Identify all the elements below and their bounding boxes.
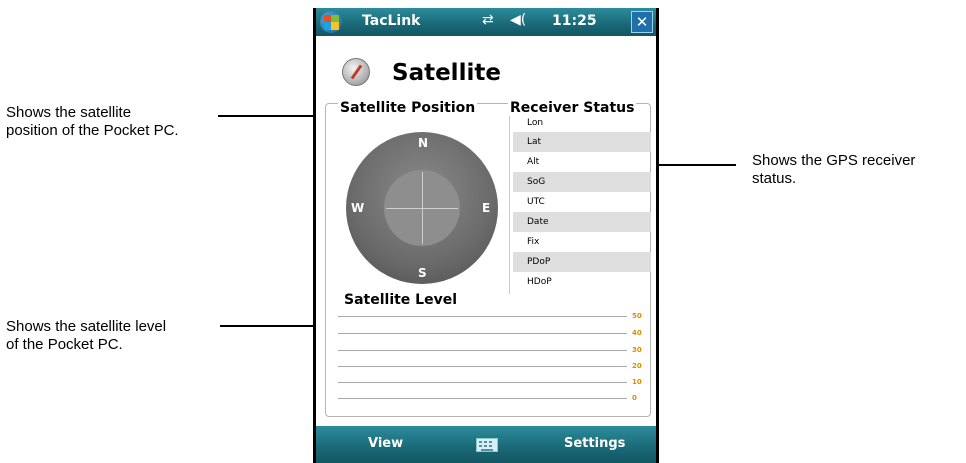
callout-satellite-level: Shows the satellite level of the Pocket … <box>6 318 166 354</box>
satellite-position-compass[interactable]: N S E W <box>346 132 498 284</box>
receiver-status-label: Receiver Status <box>508 100 637 116</box>
level-gridline <box>338 333 627 334</box>
status-row-utc: UTC <box>527 197 545 207</box>
settings-softkey[interactable]: Settings <box>564 436 625 451</box>
compass-south-label: S <box>418 266 427 280</box>
satellite-level-label: Satellite Level <box>342 292 460 308</box>
compass-east-label: E <box>482 201 491 215</box>
compass-north-label: N <box>418 136 429 150</box>
level-tick-label: 40 <box>632 329 642 337</box>
status-row-pdop: PDoP <box>513 252 651 272</box>
keyboard-icon[interactable] <box>476 438 498 452</box>
level-gridline <box>338 382 627 383</box>
callout-pointer-satellite-level <box>220 325 316 327</box>
status-row-date: Date <box>513 212 651 232</box>
callout-satellite-position: Shows the satellite position of the Pock… <box>6 104 179 140</box>
connectivity-icon[interactable]: ⇄ <box>482 12 494 28</box>
title-bar: TacLink ⇄ ◀( 11:25 ✕ <box>316 8 656 36</box>
pocket-pc-device: TacLink ⇄ ◀( 11:25 ✕ Satellite Satellite… <box>313 8 659 463</box>
level-tick-label: 0 <box>632 394 637 402</box>
compass-west-label: W <box>351 201 365 215</box>
softkey-bar: View Settings <box>316 426 656 463</box>
volume-icon[interactable]: ◀( <box>510 12 526 28</box>
view-softkey[interactable]: View <box>368 436 403 451</box>
level-gridline <box>338 366 627 367</box>
device-screen: TacLink ⇄ ◀( 11:25 ✕ Satellite Satellite… <box>316 8 656 463</box>
status-divider <box>509 116 510 294</box>
callout-pointer-receiver-status <box>648 164 736 166</box>
page-title: Satellite <box>392 60 501 86</box>
level-tick-label: 10 <box>632 378 642 386</box>
status-row-hdop: HDoP <box>527 277 552 287</box>
level-gridline <box>338 316 627 317</box>
app-title: TacLink <box>362 13 421 29</box>
callout-line-2: of the Pocket PC. <box>6 336 123 353</box>
callout-line-2: status. <box>752 170 797 187</box>
level-tick-label: 30 <box>632 346 642 354</box>
level-tick-label: 20 <box>632 362 642 370</box>
callout-pointer-satellite-position <box>218 115 316 117</box>
level-gridline <box>338 350 627 351</box>
receiver-status-list[interactable]: Lon Lat Alt SoG UTC Date Fix PDoP HDoP <box>513 116 651 292</box>
status-row-lon: Lon <box>527 118 544 128</box>
level-tick-label: 50 <box>632 312 642 320</box>
status-row-fix: Fix <box>527 237 540 247</box>
windows-start-icon[interactable] <box>320 11 342 33</box>
compass-crosshair-vertical <box>422 172 423 244</box>
clock[interactable]: 11:25 <box>552 13 597 29</box>
status-row-sog: SoG <box>513 172 651 192</box>
callout-receiver-status: Shows the GPS receiver status. <box>752 152 915 188</box>
close-button[interactable]: ✕ <box>631 11 653 33</box>
callout-line-2: position of the Pocket PC. <box>6 122 179 139</box>
callout-line-1: Shows the GPS receiver <box>752 152 916 169</box>
satellite-compass-icon <box>342 58 370 86</box>
satellite-position-label: Satellite Position <box>338 100 478 116</box>
status-row-lat: Lat <box>513 132 651 152</box>
level-gridline <box>338 398 627 399</box>
status-row-alt: Alt <box>527 157 540 167</box>
callout-line-1: Shows the satellite level <box>6 318 167 335</box>
callout-line-1: Shows the satellite <box>6 104 132 121</box>
